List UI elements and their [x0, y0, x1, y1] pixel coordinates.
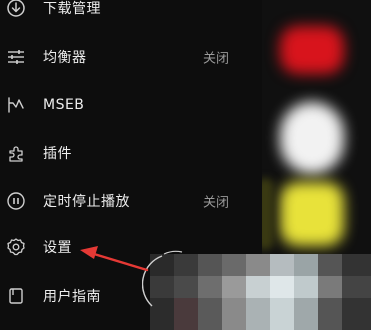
menu-item-download-manager[interactable]: 下载管理: [0, 0, 262, 28]
menu-item-label: 定时停止播放: [43, 194, 130, 210]
guide-book-icon: [6, 286, 26, 306]
menu-item-sleep-timer[interactable]: 定时停止播放 关闭: [0, 181, 262, 221]
menu-item-plugins[interactable]: 插件: [0, 133, 262, 173]
blurred-red-block: [280, 26, 344, 74]
menu-item-mseb[interactable]: MSEB: [0, 85, 262, 125]
menu-item-label: 下载管理: [43, 1, 101, 17]
menu-item-equalizer[interactable]: 均衡器 关闭: [0, 37, 262, 77]
gear-icon: [6, 237, 26, 257]
blurred-white-block: [280, 102, 344, 174]
timer-pause-icon: [6, 191, 26, 211]
screen: 下载管理 均衡器 关闭 MSEB 插件 定时停止播放 关闭 设置 用户指南: [0, 0, 371, 330]
blurred-yellow-block: [280, 182, 344, 246]
menu-item-label: 均衡器: [43, 50, 87, 66]
menu-item-label: 用户指南: [43, 289, 101, 305]
download-icon: [6, 0, 26, 18]
menu-item-label: 设置: [43, 240, 72, 256]
sleep-timer-status: 关闭: [203, 195, 230, 211]
mseb-icon: [6, 95, 26, 115]
menu-item-label: MSEB: [43, 97, 85, 113]
plugin-icon: [6, 143, 26, 163]
equalizer-icon: [6, 47, 26, 67]
menu-item-label: 插件: [43, 146, 72, 162]
equalizer-status: 关闭: [203, 51, 230, 67]
pixelated-region: [142, 246, 371, 330]
